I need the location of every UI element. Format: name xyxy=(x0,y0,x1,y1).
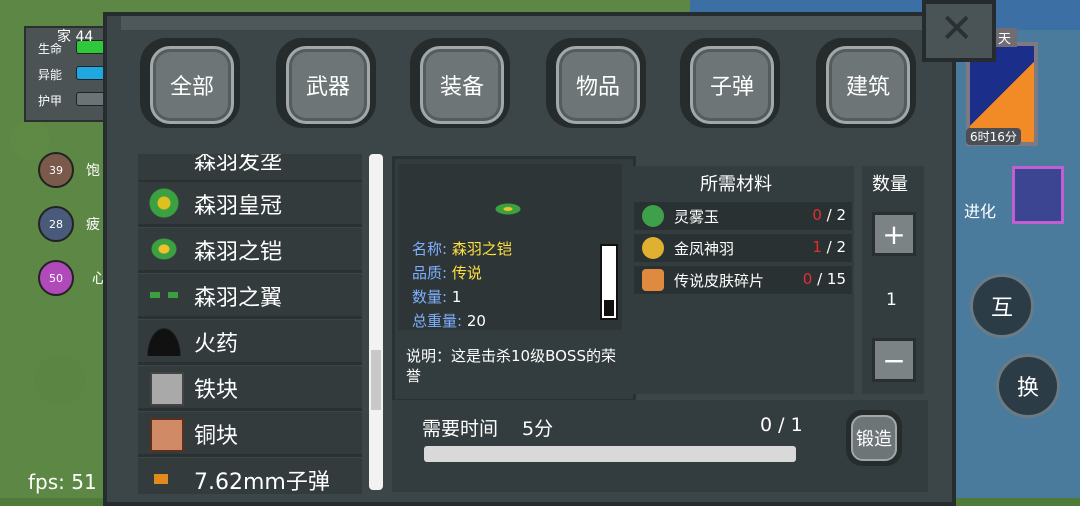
close-button[interactable]: ✕ xyxy=(922,0,996,62)
list-scroll-thumb[interactable] xyxy=(371,350,381,410)
crown-icon xyxy=(146,188,182,218)
home-label: 家 44 xyxy=(57,29,94,45)
item-description: 说明：这是击杀10级BOSS的荣誉 xyxy=(406,347,616,385)
list-scrollbar[interactable] xyxy=(369,154,383,490)
gunpowder-icon xyxy=(146,326,182,356)
time-value: 5分 xyxy=(522,418,554,440)
detail-quality: 品质: 传说 xyxy=(412,264,482,282)
material-row: 传说皮肤碎片 0 / 15 xyxy=(634,266,852,294)
quest-scroll-icon[interactable] xyxy=(1012,166,1064,224)
list-item[interactable]: 森羽之铠 xyxy=(138,228,362,273)
hunger-label: 饱 xyxy=(86,163,100,179)
close-icon: ✕ xyxy=(940,6,974,52)
time-label: 需要时间 xyxy=(422,418,499,440)
fps-counter: fps: 51 xyxy=(28,470,97,494)
armor-preview-icon xyxy=(492,202,524,216)
weight-gauge xyxy=(600,244,618,320)
quantity-decrease-button[interactable]: − xyxy=(872,338,916,382)
tab-buildings[interactable]: 建筑 xyxy=(816,38,916,128)
materials-title: 所需材料 xyxy=(700,174,772,195)
forge-button[interactable]: 锻造 xyxy=(846,410,902,466)
detail-weight: 总重量: 20 xyxy=(412,312,486,330)
tab-items[interactable]: 物品 xyxy=(546,38,646,128)
forge-progress-text: 0 / 1 xyxy=(760,414,803,436)
mood-icon: 50 xyxy=(38,260,74,296)
quantity-title: 数量 xyxy=(872,174,908,195)
tab-bullets[interactable]: 子弹 xyxy=(680,38,780,128)
interact-button[interactable]: 互 xyxy=(970,274,1034,338)
list-item[interactable]: 铜块 xyxy=(138,412,362,457)
copper-block-icon xyxy=(150,418,184,452)
armor-icon xyxy=(146,234,182,264)
bullet-icon xyxy=(154,474,168,484)
tab-equipment[interactable]: 装备 xyxy=(410,38,510,128)
jade-icon xyxy=(642,205,664,227)
iron-block-icon xyxy=(150,372,184,406)
stat-label-energy: 异能 xyxy=(38,68,63,82)
window-top-edge xyxy=(121,16,948,30)
tab-all[interactable]: 全部 xyxy=(140,38,240,128)
list-item[interactable]: 森羽之翼 xyxy=(138,274,362,319)
fatigue-label: 疲 xyxy=(86,217,100,233)
wings-icon xyxy=(146,292,182,298)
skin-fragment-icon xyxy=(642,269,664,291)
item-list[interactable]: 森羽发垄 森羽皇冠 森羽之铠 森羽之翼 火药 铁块 铜块 7.62mm子弹 xyxy=(134,154,362,494)
material-row: 金凤神羽 1 / 2 xyxy=(634,234,852,262)
hunger-icon: 39 xyxy=(38,152,74,188)
list-item[interactable]: 铁块 xyxy=(138,366,362,411)
forge-progress-bar xyxy=(424,446,796,462)
fatigue-icon: 28 xyxy=(38,206,74,242)
quantity-increase-button[interactable]: + xyxy=(872,212,916,256)
phoenix-feather-icon xyxy=(642,237,664,259)
list-item[interactable]: 森羽皇冠 xyxy=(138,182,362,227)
list-item[interactable]: 火药 xyxy=(138,320,362,365)
detail-count: 数量: 1 xyxy=(412,288,462,306)
list-item[interactable]: 7.62mm子弹 xyxy=(138,458,362,494)
tab-weapons[interactable]: 武器 xyxy=(276,38,376,128)
stat-label-armor: 护甲 xyxy=(38,94,63,108)
evolve-label[interactable]: 进化 xyxy=(964,198,996,222)
detail-name: 名称: 森羽之铠 xyxy=(412,240,512,258)
list-item[interactable]: 森羽发垄 xyxy=(138,154,362,183)
swap-button[interactable]: 换 xyxy=(996,354,1060,418)
quantity-value: 1 xyxy=(886,290,897,310)
clock-time: 6时16分 xyxy=(966,128,1021,145)
material-row: 灵雾玉 0 / 2 xyxy=(634,202,852,230)
